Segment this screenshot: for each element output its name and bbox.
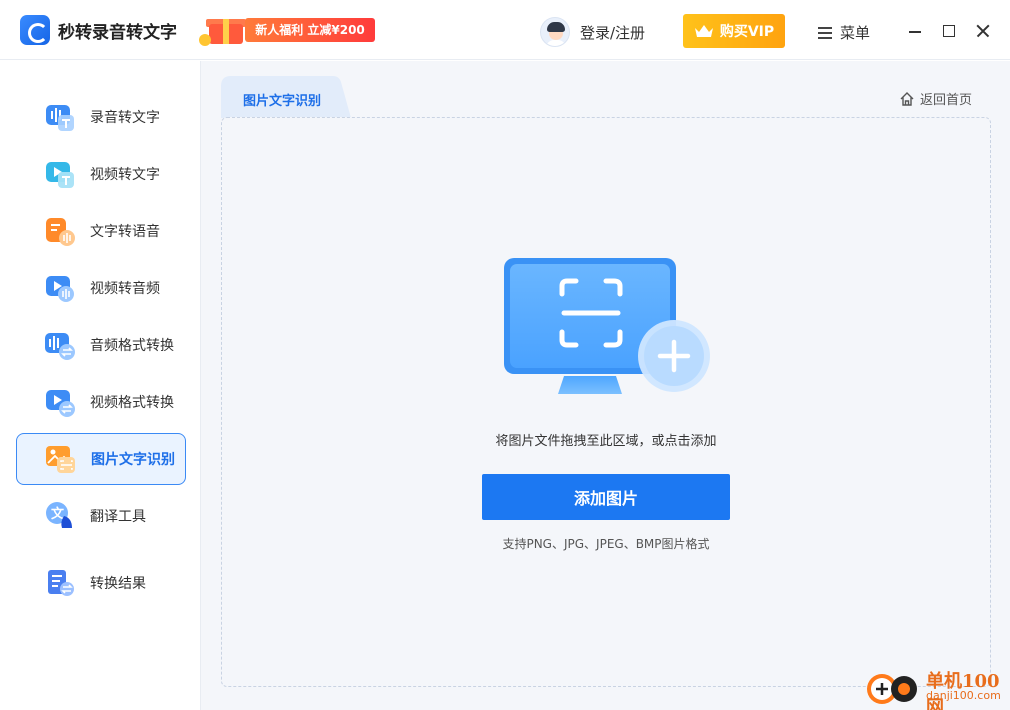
tab-label: 图片文字识别	[243, 94, 322, 109]
sidebar-item-label: 视频格式转换	[90, 395, 174, 411]
app-logo-icon	[20, 15, 50, 45]
sidebar-item-video-to-text[interactable]: 视频转文字	[16, 148, 186, 200]
sidebar-item-translate[interactable]: 文 翻译工具	[16, 490, 186, 542]
translate-icon: 文	[44, 500, 76, 532]
sidebar: 录音转文字 视频转文字 文字转语音 视频转音频 音频格式转换 视频格式转换 图片…	[0, 61, 201, 710]
login-button[interactable]: 登录/注册	[540, 17, 645, 47]
back-home-link[interactable]: 返回首页	[899, 89, 972, 108]
sidebar-item-video-format[interactable]: 视频格式转换	[16, 376, 186, 428]
sidebar-item-label: 视频转文字	[90, 167, 160, 183]
home-icon	[900, 91, 914, 106]
watermark-subtitle: danji100.com	[926, 689, 1001, 702]
back-home-label: 返回首页	[920, 93, 973, 108]
watermark: 单机100网 danji100.com	[858, 667, 1008, 710]
video-to-text-icon	[44, 158, 76, 190]
watermark-logo-icon	[867, 674, 917, 704]
close-button[interactable]	[972, 20, 994, 42]
text-to-speech-icon	[44, 215, 76, 247]
hamburger-icon	[818, 26, 832, 39]
video-to-audio-icon	[44, 272, 76, 304]
sidebar-item-label: 翻译工具	[90, 509, 146, 525]
login-label: 登录/注册	[580, 23, 646, 42]
avatar	[540, 17, 570, 47]
promo-label: 新人福利 立减¥200	[245, 18, 375, 42]
sidebar-item-label: 录音转文字	[90, 110, 160, 126]
supported-formats: 支持PNG、JPG、JPEG、BMP图片格式	[502, 537, 710, 551]
sidebar-item-results[interactable]: 转换结果	[16, 557, 186, 609]
sidebar-item-label: 音频格式转换	[90, 338, 174, 354]
sidebar-item-image-ocr[interactable]: 图片文字识别	[16, 433, 186, 485]
crown-icon	[694, 24, 714, 38]
image-ocr-icon	[45, 443, 77, 475]
record-to-text-icon	[44, 101, 76, 133]
drop-hint: 将图片文件拖拽至此区域，或点击添加	[495, 434, 717, 449]
add-image-button[interactable]: 添加图片	[482, 474, 730, 520]
menu-button[interactable]: 菜单	[818, 22, 870, 43]
sidebar-item-label: 视频转音频	[90, 281, 160, 297]
title-bar: 秒转录音转文字 新人福利 立减¥200 登录/注册 购买VIP 菜单	[0, 0, 1010, 60]
audio-format-icon	[44, 329, 76, 361]
main-content: 图片文字识别 返回首页 将图片文件拖拽至此区域，或点击添加 添加图片 支持PNG…	[201, 61, 1010, 710]
sidebar-item-label: 转换结果	[90, 576, 146, 592]
tab-image-ocr[interactable]: 图片文字识别	[221, 76, 351, 118]
maximize-button[interactable]	[938, 20, 960, 42]
image-drop-zone[interactable]: 将图片文件拖拽至此区域，或点击添加 添加图片 支持PNG、JPG、JPEG、BM…	[221, 117, 991, 687]
sidebar-item-label: 文字转语音	[90, 224, 160, 240]
results-icon	[44, 567, 76, 599]
monitor-scan-icon	[504, 258, 710, 394]
promo-banner[interactable]: 新人福利 立减¥200	[195, 14, 379, 46]
app-title: 秒转录音转文字	[58, 23, 177, 43]
minimize-button[interactable]	[904, 20, 926, 42]
menu-label: 菜单	[840, 24, 871, 42]
sidebar-item-label: 图片文字识别	[91, 452, 175, 468]
sidebar-item-video-to-audio[interactable]: 视频转音频	[16, 262, 186, 314]
buy-vip-button[interactable]: 购买VIP	[683, 14, 785, 48]
video-format-icon	[44, 386, 76, 418]
vip-label: 购买VIP	[719, 24, 775, 40]
sidebar-item-text-to-speech[interactable]: 文字转语音	[16, 205, 186, 257]
sidebar-item-audio-format[interactable]: 音频格式转换	[16, 319, 186, 371]
sidebar-item-record-to-text[interactable]: 录音转文字	[16, 91, 186, 143]
